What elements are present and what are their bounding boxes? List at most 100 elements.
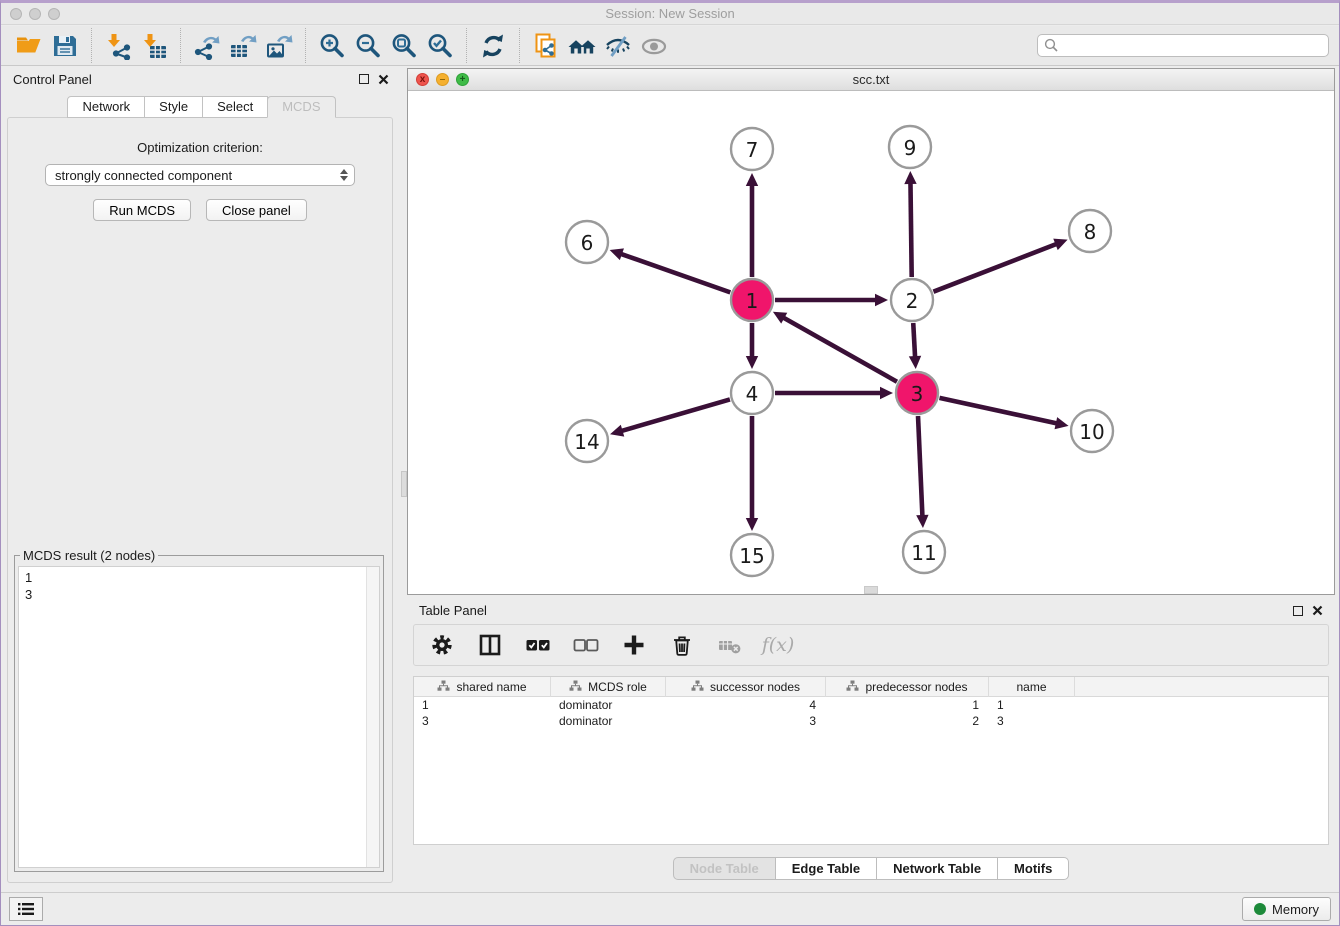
memory-button[interactable]: Memory (1242, 897, 1331, 921)
table-row[interactable]: 1dominator411 (414, 697, 1328, 713)
function-builder-icon[interactable]: f(x) (764, 630, 792, 660)
column-header-successor-nodes[interactable]: successor nodes (666, 677, 826, 697)
graph-node-8[interactable]: 8 (1069, 210, 1111, 252)
column-label: MCDS role (588, 680, 647, 694)
table-row[interactable]: 3dominator323 (414, 713, 1328, 729)
memory-label: Memory (1272, 902, 1319, 917)
graph-node-10[interactable]: 10 (1071, 410, 1113, 452)
export-image-icon[interactable] (261, 29, 297, 63)
show-all-icon[interactable] (636, 29, 672, 63)
graph-edge-3-10[interactable] (939, 398, 1068, 429)
tab-mcds[interactable]: MCDS (267, 96, 335, 118)
zoom-in-icon[interactable] (314, 29, 350, 63)
apply-layout-icon[interactable] (475, 29, 511, 63)
mcds-result-text: 1 3 (19, 567, 379, 605)
graph-edge-4-14[interactable] (610, 399, 730, 436)
column-header-MCDS-role[interactable]: MCDS role (551, 677, 666, 697)
table-cell[interactable]: 4 (666, 697, 826, 713)
graph-edge-2-8[interactable] (933, 239, 1067, 292)
svg-text:1: 1 (746, 289, 759, 313)
graph-edge-2-9[interactable] (904, 171, 916, 277)
search-input[interactable] (1037, 34, 1329, 57)
graph-edge-1-6[interactable] (610, 248, 731, 292)
close-table-panel-icon[interactable] (1312, 605, 1323, 616)
columns-icon[interactable] (476, 630, 504, 660)
new-network-from-selection-icon[interactable] (528, 29, 564, 63)
column-header-name[interactable]: name (989, 677, 1075, 697)
add-column-icon[interactable] (620, 630, 648, 660)
table-cell[interactable]: 1 (989, 697, 1075, 713)
graph-node-4[interactable]: 4 (731, 372, 773, 414)
open-session-icon[interactable] (11, 29, 47, 63)
tab-edge-table[interactable]: Edge Table (775, 857, 877, 880)
graph-edge-3-1[interactable] (773, 312, 897, 382)
import-table-icon[interactable] (136, 29, 172, 63)
network-close-button[interactable]: x (416, 73, 429, 86)
graph-node-15[interactable]: 15 (731, 534, 773, 576)
table-cell[interactable]: dominator (551, 713, 666, 729)
graph-edge-2-3[interactable] (909, 323, 921, 369)
table-cell[interactable]: 3 (414, 713, 551, 729)
tab-network[interactable]: Network (67, 96, 145, 118)
graph-edge-1-7[interactable] (746, 173, 758, 277)
graph-edge-4-15[interactable] (746, 416, 758, 531)
table-cell[interactable]: dominator (551, 697, 666, 713)
export-table-icon[interactable] (225, 29, 261, 63)
zoom-selected-icon[interactable] (422, 29, 458, 63)
export-network-icon[interactable] (189, 29, 225, 63)
graph-node-11[interactable]: 11 (903, 531, 945, 573)
table-tabs: Node TableEdge TableNetwork TableMotifs (407, 857, 1335, 880)
save-session-icon[interactable] (47, 29, 83, 63)
graph-node-2[interactable]: 2 (891, 279, 933, 321)
graph-node-6[interactable]: 6 (566, 221, 608, 263)
graph-edge-4-3[interactable] (775, 387, 893, 399)
graph-edge-1-4[interactable] (746, 323, 758, 369)
mcds-result-box[interactable]: 1 3 (18, 566, 380, 868)
import-network-icon[interactable] (100, 29, 136, 63)
graph-node-3[interactable]: 3 (896, 372, 938, 414)
result-scrollbar[interactable] (366, 567, 379, 867)
graph-edge-1-2[interactable] (775, 294, 888, 306)
optimization-criterion-select[interactable]: strongly connected component (45, 164, 355, 186)
graph-node-14[interactable]: 14 (566, 420, 608, 462)
tab-select[interactable]: Select (202, 96, 268, 118)
network-minimize-button[interactable]: – (436, 73, 449, 86)
table-cell[interactable]: 3 (989, 713, 1075, 729)
tab-motifs[interactable]: Motifs (997, 857, 1069, 880)
float-panel-icon[interactable] (359, 74, 369, 84)
toolbar-separator (91, 28, 92, 63)
network-window-title: scc.txt (408, 69, 1334, 91)
graph-edge-3-11[interactable] (916, 416, 928, 528)
run-mcds-button[interactable]: Run MCDS (93, 199, 191, 221)
table-cell[interactable]: 1 (414, 697, 551, 713)
column-header-shared-name[interactable]: shared name (414, 677, 551, 697)
tab-node-table[interactable]: Node Table (673, 857, 776, 880)
svg-text:11: 11 (911, 541, 936, 565)
close-panel-button[interactable]: Close panel (206, 199, 307, 221)
graph-node-9[interactable]: 9 (889, 126, 931, 168)
hide-selected-icon[interactable] (600, 29, 636, 63)
select-all-icon[interactable] (524, 630, 552, 660)
network-canvas[interactable]: 7 9 6 8 1 2 4 3 14 10 15 11 (408, 91, 1334, 594)
canvas-splitter-grip[interactable] (864, 586, 878, 594)
table-cell[interactable]: 3 (666, 713, 826, 729)
delete-column-icon[interactable] (668, 630, 696, 660)
column-header-predecessor-nodes[interactable]: predecessor nodes (826, 677, 989, 697)
settings-icon[interactable] (428, 630, 456, 660)
zoom-fit-icon[interactable] (386, 29, 422, 63)
optimization-criterion-value: strongly connected component (55, 168, 232, 183)
network-maximize-button[interactable]: + (456, 73, 469, 86)
table-cell[interactable]: 1 (826, 697, 989, 713)
tab-network-table[interactable]: Network Table (876, 857, 998, 880)
first-neighbors-icon[interactable] (564, 29, 600, 63)
task-history-button[interactable] (9, 897, 43, 921)
tab-style[interactable]: Style (144, 96, 203, 118)
delete-table-icon[interactable] (716, 630, 744, 660)
zoom-out-icon[interactable] (350, 29, 386, 63)
float-table-panel-icon[interactable] (1293, 606, 1303, 616)
table-cell[interactable]: 2 (826, 713, 989, 729)
graph-node-1[interactable]: 1 (731, 279, 773, 321)
graph-node-7[interactable]: 7 (731, 128, 773, 170)
close-panel-icon[interactable] (378, 74, 389, 85)
unselect-all-icon[interactable] (572, 630, 600, 660)
